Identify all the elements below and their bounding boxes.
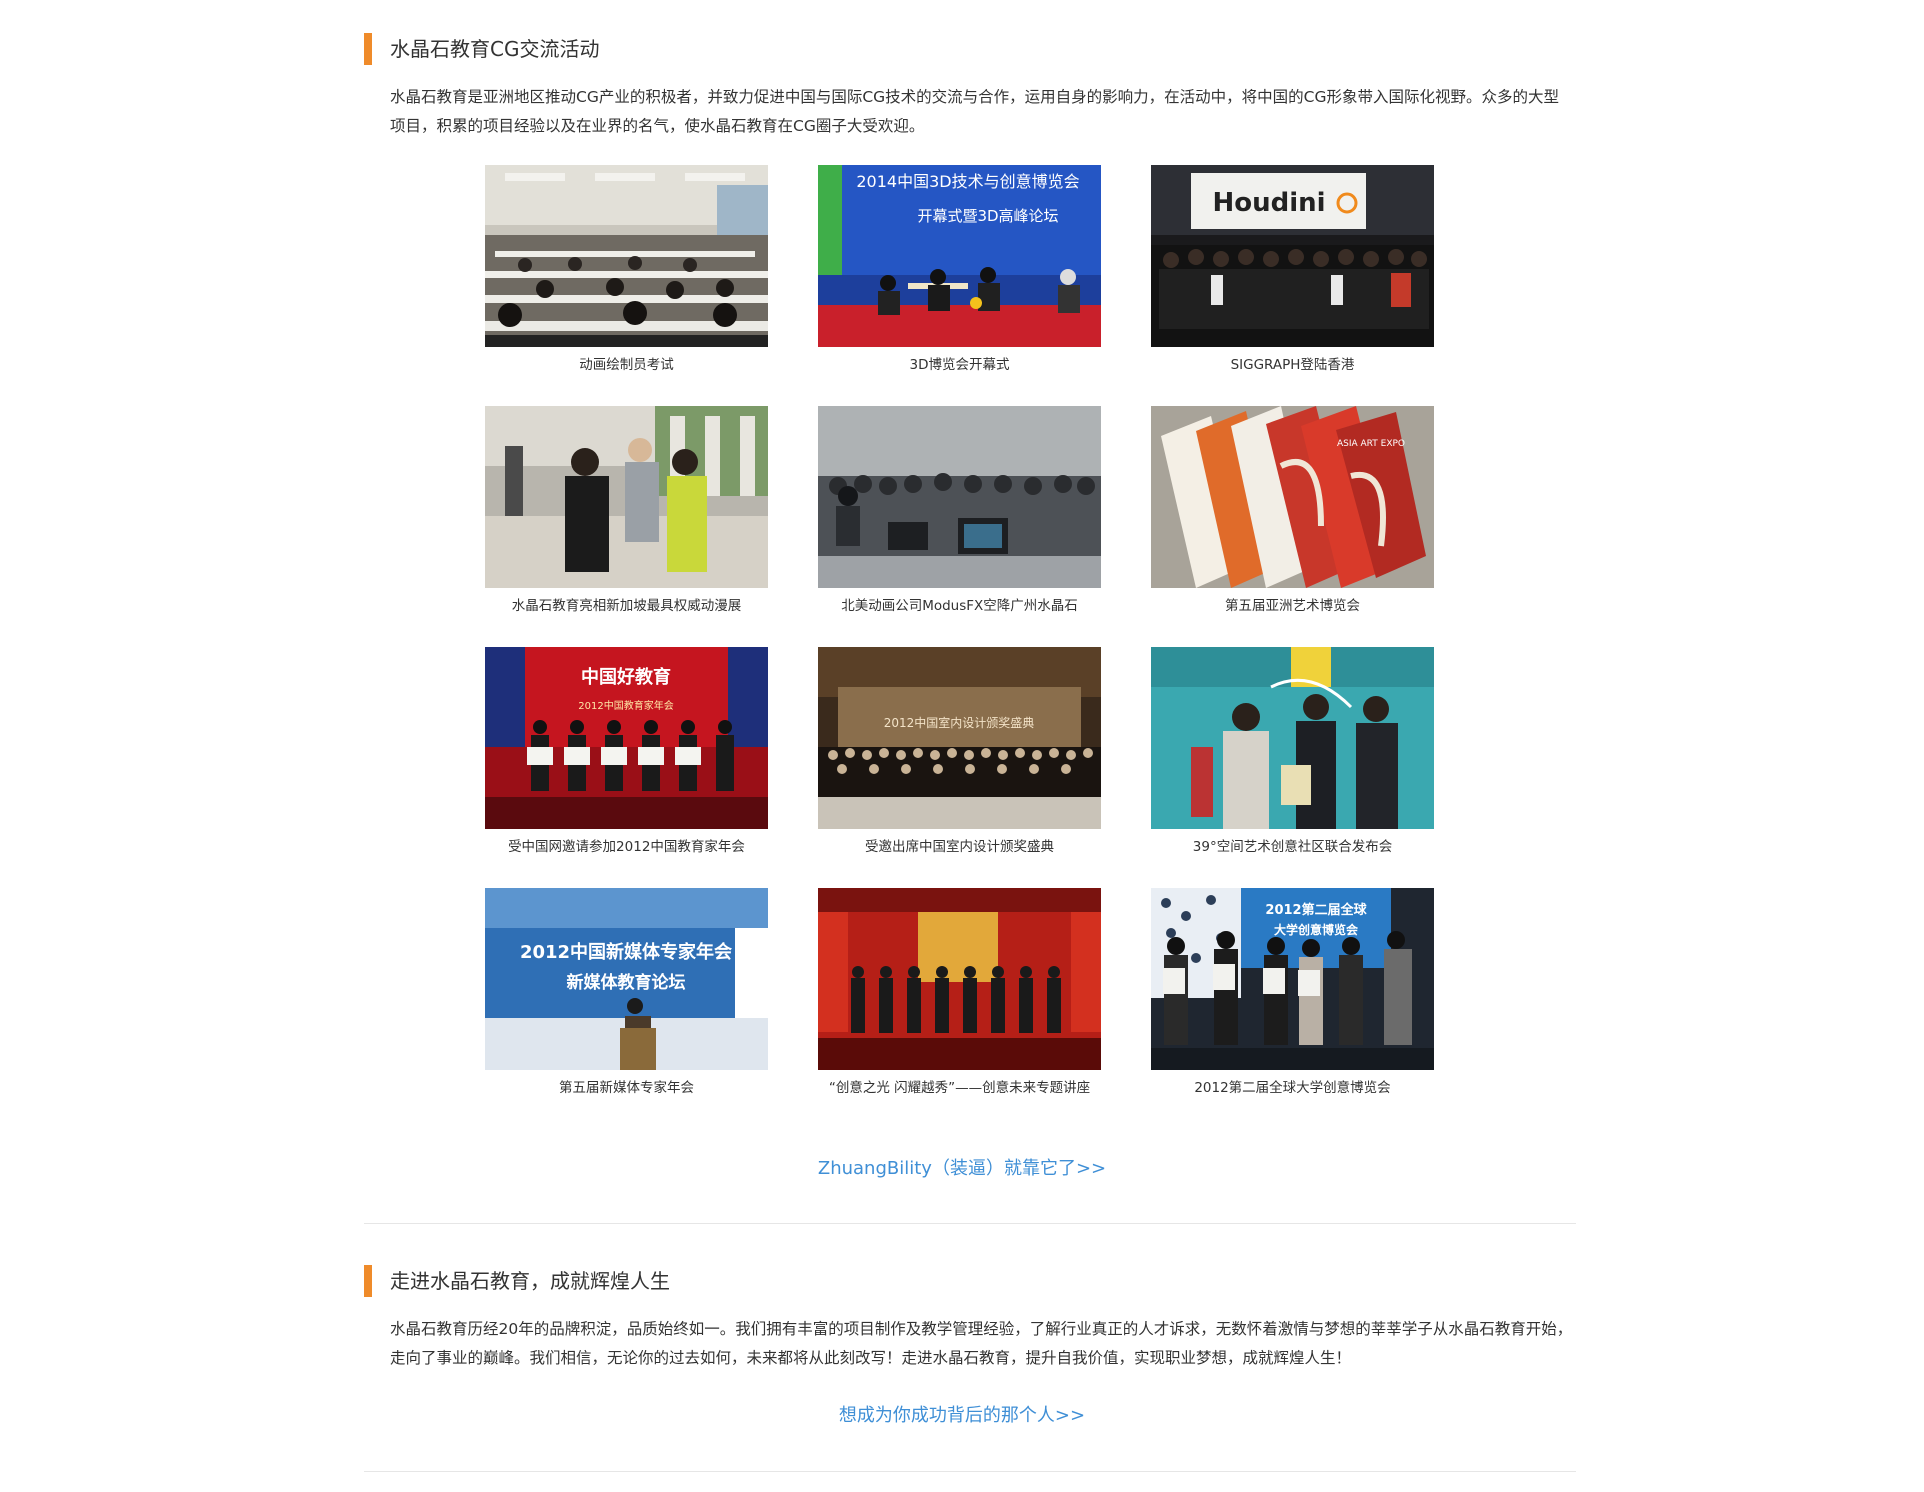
photo-new-media-conference[interactable]: 2012中国新媒体专家年会 新媒体教育论坛	[485, 888, 768, 1070]
expo-banner-text: 2014中国3D技术与创意博览会	[856, 172, 1079, 191]
photo-modusfx[interactable]	[818, 406, 1101, 588]
photo-global-university-expo[interactable]: 2012第二届全球 大学创意博览会	[1151, 888, 1434, 1070]
creativity-lecture-image	[818, 888, 1101, 1070]
gallery-item-global-university-expo[interactable]: 2012第二届全球 大学创意博览会 2012第二届全球大学创意博览会	[1151, 888, 1434, 1097]
gallery-item-animation-exam[interactable]: 动画绘制员考试	[485, 165, 768, 374]
gallery-item-singapore-expo[interactable]: 水晶石教育亮相新加坡最具权威动漫展	[485, 406, 768, 615]
photo-caption: 动画绘制员考试	[579, 357, 674, 373]
accent-bar	[364, 33, 372, 65]
success-link[interactable]: 想成为你成功背后的那个人>>	[0, 1401, 1924, 1427]
section-divider	[364, 1471, 1576, 1472]
brochure-text: ASIA ART EXPO	[1337, 439, 1405, 449]
photo-interior-design-awards[interactable]: 2012中国室内设计颁奖盛典	[818, 647, 1101, 829]
photo-asia-art-expo[interactable]: ASIA ART EXPO	[1151, 406, 1434, 588]
photo-singapore-expo[interactable]	[485, 406, 768, 588]
gallery-item-creativity-lecture[interactable]: “创意之光 闪耀越秀”——创意未来专题讲座	[818, 888, 1101, 1097]
photo-3d-expo[interactable]: 2014中国3D技术与创意博览会 开幕式暨3D高峰论坛	[818, 165, 1101, 347]
photo-caption: 第五届新媒体专家年会	[559, 1080, 694, 1096]
new-media-banner-text: 2012中国新媒体专家年会	[520, 941, 732, 963]
photo-caption: 39°空间艺术创意社区联合发布会	[1192, 839, 1393, 855]
section-title: 走进水晶石教育，成就辉煌人生	[390, 1269, 670, 1293]
photo-39-degree-space[interactable]	[1151, 647, 1434, 829]
zhuangbility-link[interactable]: ZhuangBility（装逼）就靠它了>>	[0, 1154, 1924, 1180]
photo-exam-hall[interactable]	[485, 165, 768, 347]
photo-caption: 水晶石教育亮相新加坡最具权威动漫展	[511, 598, 742, 614]
conference-banner-subtext: 2012中国教育家年会	[578, 699, 673, 712]
awards-banner-text: 2012中国室内设计颁奖盛典	[884, 715, 1035, 730]
conference-banner-text: 中国好教育	[581, 666, 671, 688]
enter-crystal-section: 走进水晶石教育，成就辉煌人生 水晶石教育历经20年的品牌积淀，品质始终如一。我们…	[364, 1265, 1574, 1373]
photo-caption: 3D博览会开幕式	[909, 357, 1010, 373]
3d-expo-image: 2014中国3D技术与创意博览会 开幕式暨3D高峰论坛	[818, 165, 1101, 347]
photo-caption: 第五届亚洲艺术博览会	[1225, 598, 1360, 614]
new-media-banner-subtext: 新媒体教育论坛	[567, 972, 686, 993]
university-banner-text: 2012第二届全球	[1265, 902, 1367, 918]
expo-banner-subtext: 开幕式暨3D高峰论坛	[917, 207, 1058, 225]
gallery-item-new-media-conference[interactable]: 2012中国新媒体专家年会 新媒体教育论坛 第五届新媒体专家年会	[485, 888, 768, 1097]
global-university-expo-image: 2012第二届全球 大学创意博览会	[1151, 888, 1434, 1070]
section-title: 水晶石教育CG交流活动	[390, 37, 600, 61]
photo-caption: “创意之光 闪耀越秀”——创意未来专题讲座	[828, 1080, 1091, 1096]
interior-design-awards-image: 2012中国室内设计颁奖盛典	[818, 647, 1101, 829]
houdini-sign-text: Houdini	[1212, 188, 1325, 218]
photo-caption: SIGGRAPH登陆香港	[1230, 357, 1355, 373]
photo-caption: 受邀出席中国室内设计颁奖盛典	[865, 839, 1054, 855]
new-media-conference-image: 2012中国新媒体专家年会 新媒体教育论坛	[485, 888, 768, 1070]
gallery-item-siggraph[interactable]: Houdini SIGGRAPH登陆香港	[1151, 165, 1434, 374]
photo-caption: 2012第二届全球大学创意博览会	[1194, 1080, 1391, 1096]
photo-educator-conference[interactable]: 中国好教育 2012中国教育家年会	[485, 647, 768, 829]
section-divider	[364, 1223, 1576, 1224]
39-degree-space-image	[1151, 647, 1434, 829]
section-description: 水晶石教育是亚洲地区推动CG产业的积极者，并致力促进中国与国际CG技术的交流与合…	[390, 88, 1560, 135]
modusfx-image	[818, 406, 1101, 588]
cg-activities-section: 水晶石教育CG交流活动 水晶石教育是亚洲地区推动CG产业的积极者，并致力促进中国…	[364, 33, 1574, 141]
educator-conference-image: 中国好教育 2012中国教育家年会	[485, 647, 768, 829]
siggraph-image: Houdini	[1151, 165, 1434, 347]
gallery-item-interior-design-awards[interactable]: 2012中国室内设计颁奖盛典 受邀出席中国室内设计颁奖盛典	[818, 647, 1101, 856]
gallery-item-educator-conference[interactable]: 中国好教育 2012中国教育家年会 受中国网邀请参加2012中国教育家年会	[485, 647, 768, 856]
page: 水晶石教育CG交流活动 水晶石教育是亚洲地区推动CG产业的积极者，并致力促进中国…	[0, 0, 1924, 1492]
accent-bar	[364, 1265, 372, 1297]
gallery-item-3d-expo[interactable]: 2014中国3D技术与创意博览会 开幕式暨3D高峰论坛 3D博览会开幕式	[818, 165, 1101, 374]
asia-art-expo-image: ASIA ART EXPO	[1151, 406, 1434, 588]
photo-siggraph[interactable]: Houdini	[1151, 165, 1434, 347]
gallery-item-modusfx[interactable]: 北美动画公司ModusFX空降广州水晶石	[818, 406, 1101, 615]
singapore-expo-image	[485, 406, 768, 588]
photo-caption: 北美动画公司ModusFX空降广州水晶石	[841, 598, 1078, 614]
photo-caption: 受中国网邀请参加2012中国教育家年会	[508, 839, 745, 855]
section-header: 走进水晶石教育，成就辉煌人生	[364, 1265, 1574, 1297]
section-description: 水晶石教育历经20年的品牌积淀，品质始终如一。我们拥有丰富的项目制作及教学管理经…	[390, 1320, 1573, 1367]
photo-creativity-lecture[interactable]	[818, 888, 1101, 1070]
section-header: 水晶石教育CG交流活动	[364, 33, 1574, 65]
exam-hall-image	[485, 165, 768, 347]
gallery-item-39-degree-space[interactable]: 39°空间艺术创意社区联合发布会	[1151, 647, 1434, 856]
university-banner-subtext: 大学创意博览会	[1274, 922, 1359, 937]
gallery-item-asia-art-expo[interactable]: ASIA ART EXPO 第五届亚洲艺术博览会	[1151, 406, 1434, 615]
